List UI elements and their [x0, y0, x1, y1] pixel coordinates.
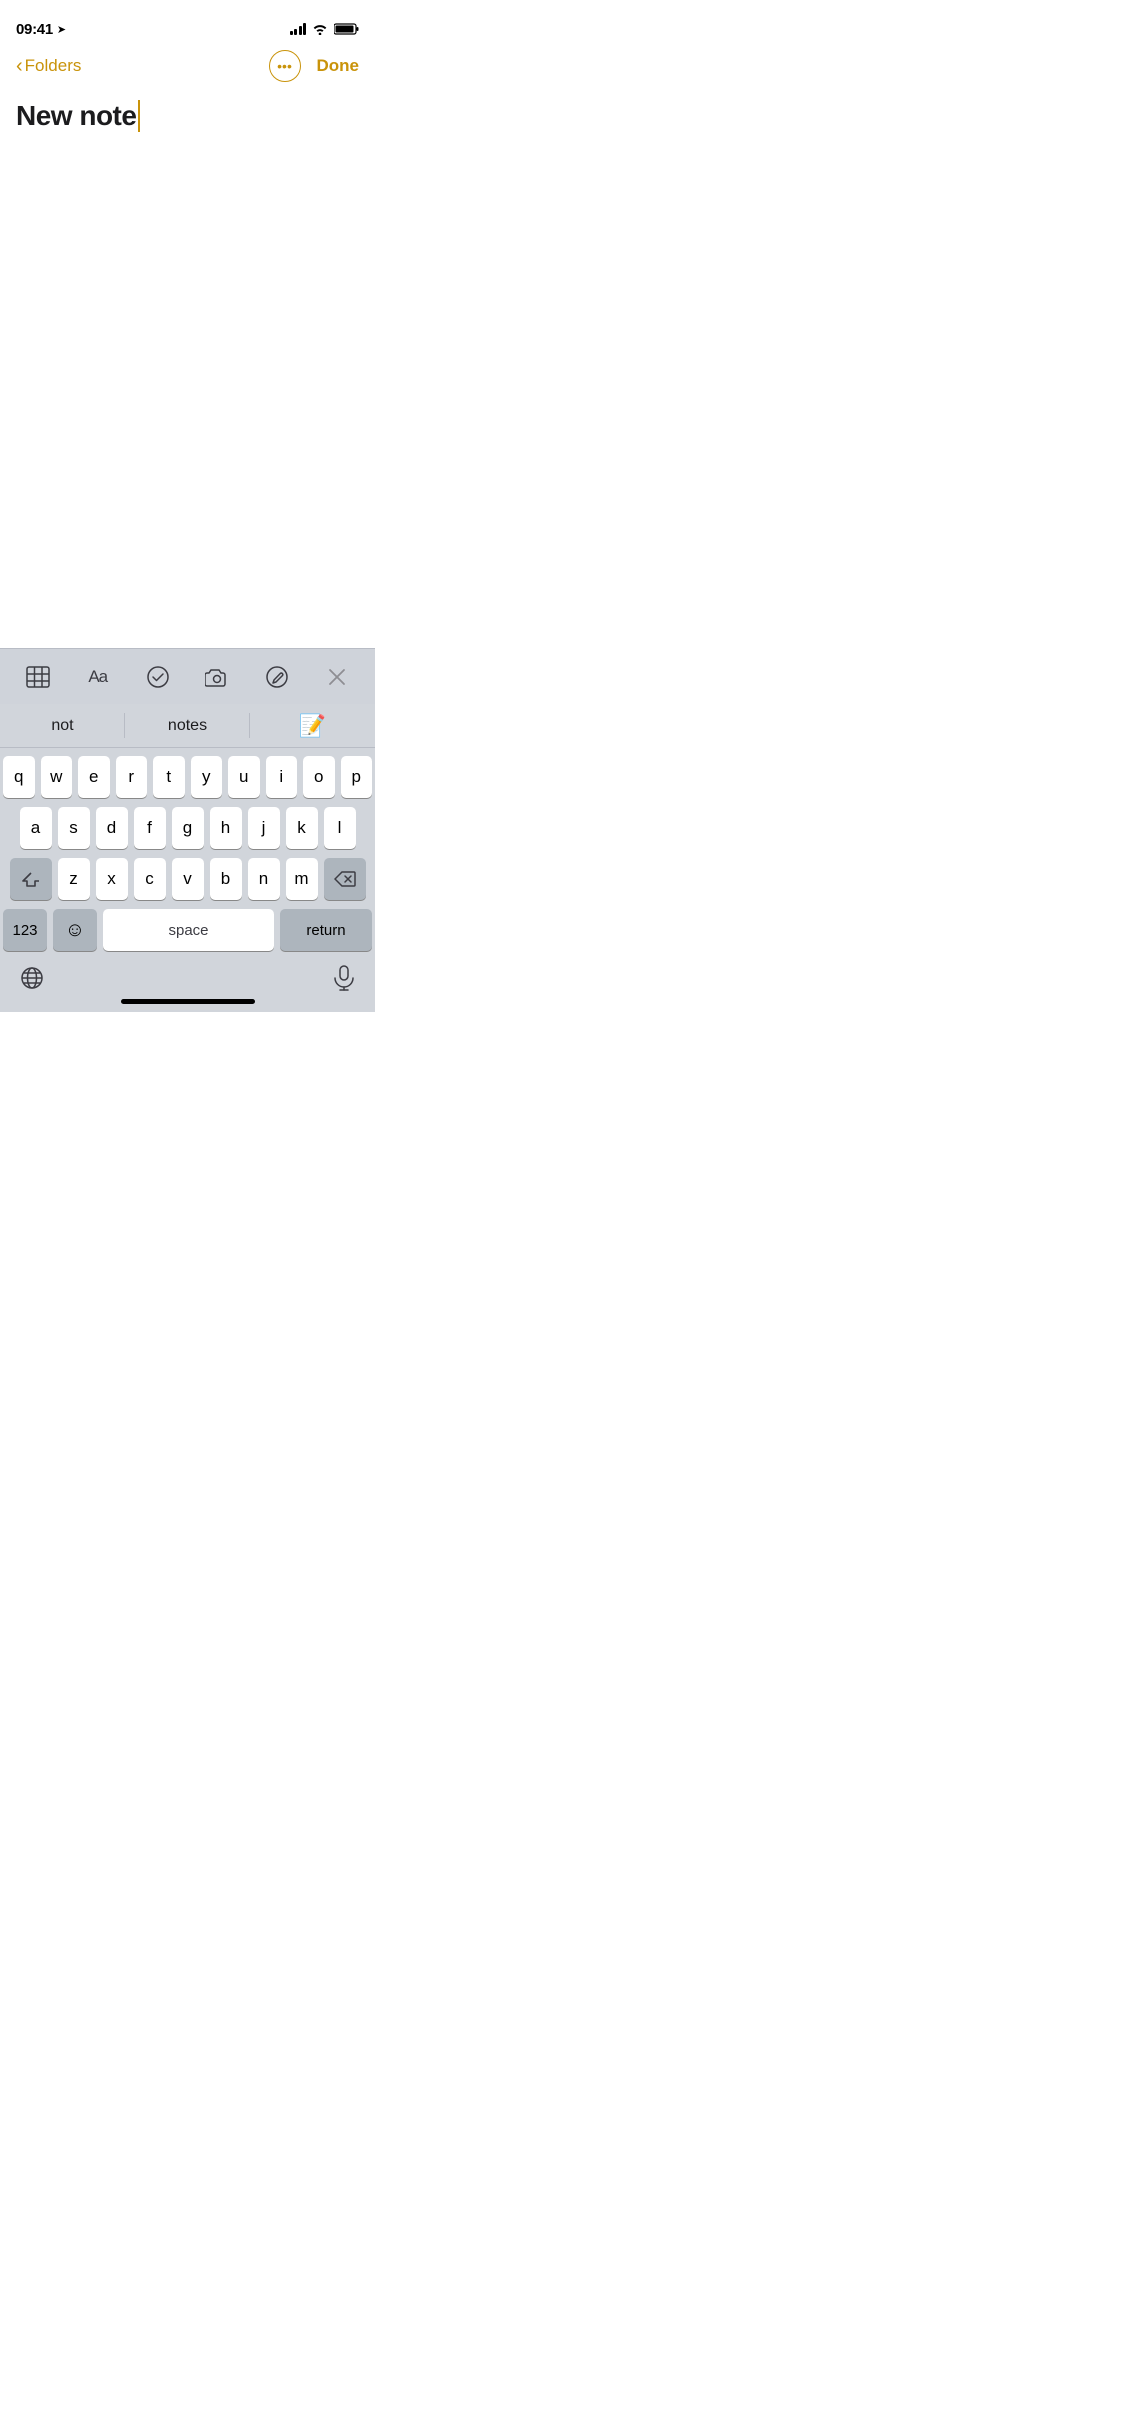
key-t[interactable]: t [153, 756, 185, 798]
wifi-icon [312, 23, 328, 35]
space-key[interactable]: space [103, 909, 274, 951]
predictive-item-1[interactable]: not [0, 704, 125, 747]
notes-toolbar: Aa [0, 648, 375, 704]
ellipsis-icon: ••• [277, 58, 292, 74]
key-j[interactable]: j [248, 807, 280, 849]
key-b[interactable]: b [210, 858, 242, 900]
predictive-text-1: not [51, 717, 73, 735]
predictive-text-2: notes [168, 717, 207, 735]
key-d[interactable]: d [96, 807, 128, 849]
key-c[interactable]: c [134, 858, 166, 900]
shift-key[interactable] [10, 858, 52, 900]
key-z[interactable]: z [58, 858, 90, 900]
nav-bar: ‹ Folders ••• Done [0, 44, 375, 88]
key-r[interactable]: r [116, 756, 148, 798]
keyboard-row-2: a s d f g h j k l [3, 807, 372, 849]
key-e[interactable]: e [78, 756, 110, 798]
key-f[interactable]: f [134, 807, 166, 849]
numbers-label: 123 [12, 922, 37, 939]
microphone-button[interactable] [333, 965, 355, 997]
close-icon [328, 668, 346, 686]
keyboard-row-3: z x c v b n m [3, 858, 372, 900]
keyboard-row-1: q w e r t y u i o p [3, 756, 372, 798]
key-i[interactable]: i [266, 756, 298, 798]
format-button[interactable]: Aa [76, 659, 120, 695]
checklist-button[interactable] [136, 659, 180, 695]
key-q[interactable]: q [3, 756, 35, 798]
bottom-bar [0, 955, 375, 999]
table-button[interactable] [16, 659, 60, 695]
key-o[interactable]: o [303, 756, 335, 798]
key-x[interactable]: x [96, 858, 128, 900]
home-bar [121, 999, 255, 1004]
space-label: space [168, 922, 208, 939]
text-cursor [138, 100, 140, 132]
key-s[interactable]: s [58, 807, 90, 849]
keyboard-row-4: 123 ☺ space return [3, 909, 372, 951]
globe-button[interactable] [20, 966, 44, 996]
note-content-area[interactable]: New note [0, 88, 375, 648]
signal-icon [290, 23, 307, 35]
battery-icon [334, 23, 359, 35]
key-m[interactable]: m [286, 858, 318, 900]
note-title-text: New note [16, 100, 136, 132]
key-l[interactable]: l [324, 807, 356, 849]
toolbar-close-button[interactable] [315, 659, 359, 695]
location-icon: ➤ [57, 23, 66, 36]
emoji-icon: ☺ [65, 919, 85, 942]
keyboard: q w e r t y u i o p a s d f g h j k l z … [0, 748, 375, 955]
nav-right-actions: ••• Done [269, 50, 360, 82]
return-label: return [306, 922, 345, 939]
delete-key[interactable] [324, 858, 366, 900]
key-g[interactable]: g [172, 807, 204, 849]
emoji-key[interactable]: ☺ [53, 909, 97, 951]
predictive-item-2[interactable]: notes [125, 704, 250, 747]
checklist-icon [147, 666, 169, 688]
predictive-emoji-3: 📝 [299, 713, 326, 739]
key-n[interactable]: n [248, 858, 280, 900]
home-indicator-area [0, 999, 375, 1012]
more-button[interactable]: ••• [269, 50, 301, 82]
shift-icon [22, 870, 40, 888]
status-time: 09:41 [16, 21, 53, 38]
key-p[interactable]: p [341, 756, 373, 798]
status-icons [290, 23, 360, 35]
delete-icon [334, 871, 356, 887]
key-k[interactable]: k [286, 807, 318, 849]
done-button[interactable]: Done [317, 56, 360, 76]
back-button[interactable]: ‹ Folders [16, 56, 81, 76]
key-w[interactable]: w [41, 756, 73, 798]
camera-icon [205, 667, 229, 687]
format-icon: Aa [88, 667, 107, 687]
markup-button[interactable] [255, 659, 299, 695]
markup-icon [266, 666, 288, 688]
numbers-key[interactable]: 123 [3, 909, 47, 951]
predictive-bar: not notes 📝 [0, 704, 375, 748]
key-a[interactable]: a [20, 807, 52, 849]
back-label: Folders [25, 56, 82, 76]
key-v[interactable]: v [172, 858, 204, 900]
microphone-icon [333, 965, 355, 991]
camera-button[interactable] [195, 659, 239, 695]
return-key[interactable]: return [280, 909, 372, 951]
globe-icon [20, 966, 44, 990]
status-bar: 09:41 ➤ [0, 0, 375, 44]
key-y[interactable]: y [191, 756, 223, 798]
table-icon [26, 666, 50, 688]
note-title[interactable]: New note [16, 100, 359, 132]
predictive-item-3[interactable]: 📝 [250, 704, 375, 747]
key-h[interactable]: h [210, 807, 242, 849]
chevron-left-icon: ‹ [16, 56, 23, 76]
key-u[interactable]: u [228, 756, 260, 798]
